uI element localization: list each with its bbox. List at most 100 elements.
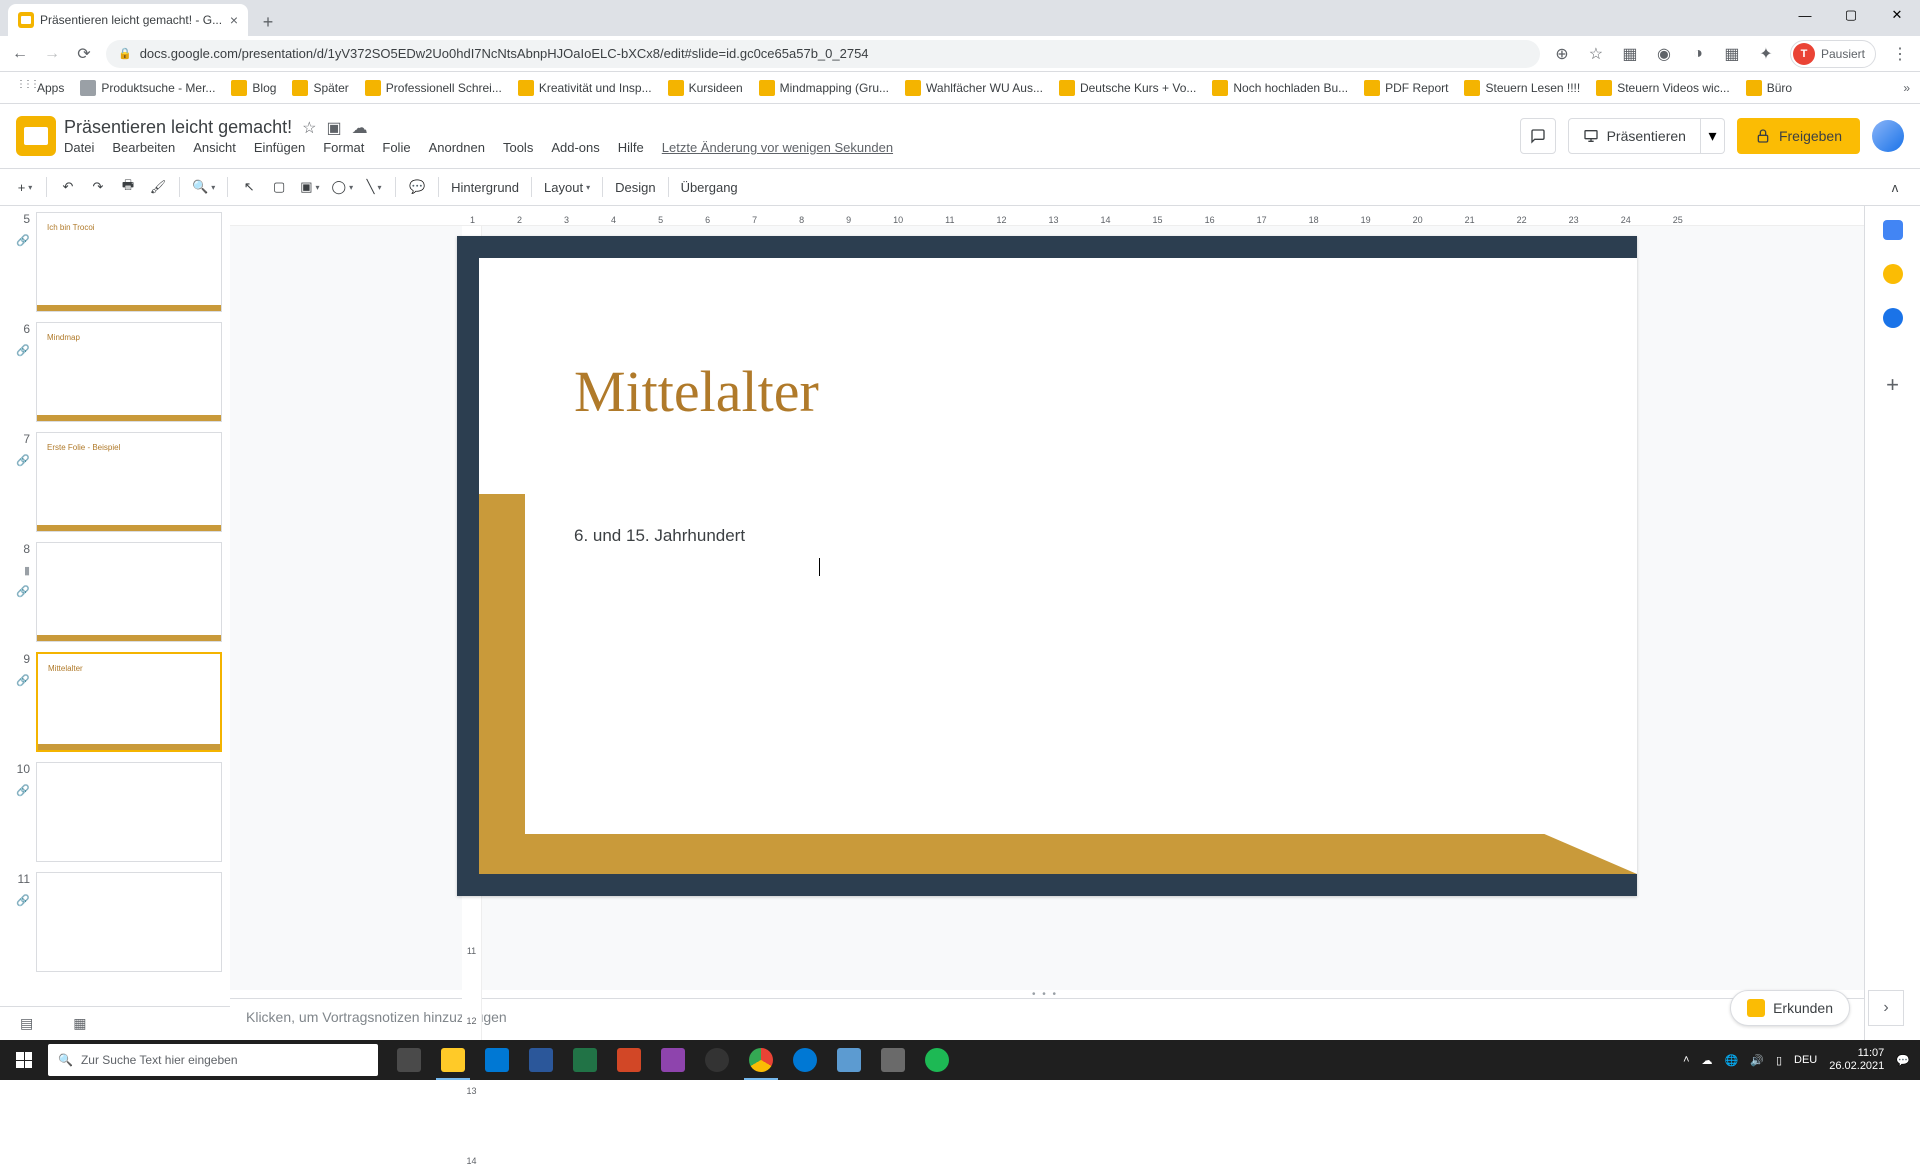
bookmark-item[interactable]: Büro (1740, 76, 1798, 100)
bookmarks-overflow-icon[interactable]: » (1903, 81, 1910, 95)
bookmark-item[interactable]: Steuern Lesen !!!! (1458, 76, 1586, 100)
battery-icon[interactable]: ▯ (1776, 1054, 1782, 1067)
new-slide-button[interactable]: + (12, 174, 38, 200)
bookmark-item[interactable]: Mindmapping (Gru... (753, 76, 895, 100)
menu-file[interactable]: Datei (64, 140, 94, 155)
tray-expand-icon[interactable]: ˄ (1683, 1054, 1689, 1066)
filmstrip-view-icon[interactable]: ▤ (20, 1015, 33, 1032)
bookmark-item[interactable]: Steuern Videos wic... (1590, 76, 1736, 100)
network-icon[interactable]: 🌐 (1725, 1054, 1739, 1067)
calendar-icon[interactable] (1883, 220, 1903, 240)
slide-thumbnail[interactable]: 8▮🔗 (8, 542, 222, 642)
bookmark-item[interactable]: PDF Report (1358, 76, 1454, 100)
grid-view-icon[interactable]: ▦ (73, 1015, 86, 1032)
slide-title-text[interactable]: Mittelalter (574, 358, 819, 425)
browser-tab[interactable]: Präsentieren leicht gemacht! - G... × (8, 4, 248, 36)
slide-thumbnail-active[interactable]: 9🔗 Mittelalter (8, 652, 222, 752)
last-edit-label[interactable]: Letzte Änderung vor wenigen Sekunden (662, 140, 893, 155)
bookmark-apps[interactable]: Apps (10, 76, 70, 100)
shape-tool[interactable]: ◯ (328, 174, 358, 200)
image-tool[interactable]: ▣ (296, 174, 323, 200)
language-indicator[interactable]: DEU (1794, 1054, 1817, 1066)
taskbar-search[interactable]: 🔍 Zur Suche Text hier eingeben (48, 1044, 378, 1076)
add-addon-icon[interactable]: + (1886, 372, 1899, 398)
edge-icon[interactable] (784, 1040, 826, 1080)
back-button[interactable]: ← (10, 44, 30, 64)
notifications-icon[interactable]: 💬 (1896, 1054, 1910, 1067)
extension-icon[interactable]: ◑ (1688, 44, 1708, 64)
paint-format-button[interactable]: 🖌 (145, 174, 171, 200)
present-button[interactable]: Präsentieren (1568, 118, 1701, 154)
menu-help[interactable]: Hilfe (618, 140, 644, 155)
app-icon[interactable] (652, 1040, 694, 1080)
side-panel-toggle[interactable]: › (1868, 990, 1904, 1026)
task-view-icon[interactable] (388, 1040, 430, 1080)
comment-tool[interactable]: 💬 (404, 174, 430, 200)
filmstrip[interactable]: 5🔗 Ich bin Trocoi 6🔗 Mindmap 7🔗 Erste Fo… (0, 206, 230, 1040)
bookmark-item[interactable]: Produktsuche - Mer... (74, 76, 221, 100)
new-tab-button[interactable]: + (254, 8, 282, 36)
mail-icon[interactable] (476, 1040, 518, 1080)
present-dropdown[interactable]: ▾ (1701, 118, 1725, 154)
reader-icon[interactable]: ▦ (1620, 44, 1640, 64)
zoom-button[interactable]: 🔍 (188, 174, 219, 200)
volume-icon[interactable]: 🔊 (1750, 1054, 1764, 1067)
slide-thumbnail[interactable]: 6🔗 Mindmap (8, 322, 222, 422)
menu-tools[interactable]: Tools (503, 140, 533, 155)
menu-insert[interactable]: Einfügen (254, 140, 305, 155)
chrome-icon[interactable] (740, 1040, 782, 1080)
account-avatar[interactable] (1872, 120, 1904, 152)
close-window-button[interactable]: ✕ (1874, 0, 1920, 30)
select-tool[interactable]: ↖ (236, 174, 262, 200)
menu-arrange[interactable]: Anordnen (429, 140, 485, 155)
layout-button[interactable]: Layout (540, 174, 594, 200)
apps-icon[interactable]: ▦ (1722, 44, 1742, 64)
bookmark-item[interactable]: Wahlfächer WU Aus... (899, 76, 1049, 100)
profile-button[interactable]: T Pausiert (1790, 40, 1876, 68)
menu-format[interactable]: Format (323, 140, 364, 155)
document-title[interactable]: Präsentieren leicht gemacht! (64, 117, 292, 138)
app-icon[interactable] (872, 1040, 914, 1080)
tasks-icon[interactable] (1883, 308, 1903, 328)
forward-button[interactable]: → (42, 44, 62, 64)
menu-edit[interactable]: Bearbeiten (112, 140, 175, 155)
background-button[interactable]: Hintergrund (447, 174, 523, 200)
design-button[interactable]: Design (611, 174, 659, 200)
file-explorer-icon[interactable] (432, 1040, 474, 1080)
bookmark-item[interactable]: Professionell Schrei... (359, 76, 508, 100)
start-button[interactable] (0, 1040, 48, 1080)
bookmark-item[interactable]: Blog (225, 76, 282, 100)
clock[interactable]: 11:07 26.02.2021 (1829, 1047, 1884, 1073)
minimize-button[interactable]: — (1782, 0, 1828, 30)
bookmark-item[interactable]: Später (286, 76, 354, 100)
maximize-button[interactable]: ▢ (1828, 0, 1874, 30)
zoom-icon[interactable]: ⊕ (1552, 44, 1572, 64)
print-button[interactable]: 🖶 (115, 174, 141, 200)
menu-view[interactable]: Ansicht (193, 140, 236, 155)
onedrive-icon[interactable]: ☁ (1702, 1054, 1713, 1067)
slide-stage[interactable]: Mittelalter 6. und 15. Jahrhundert (230, 226, 1864, 990)
slide-subtitle-text[interactable]: 6. und 15. Jahrhundert (574, 526, 745, 546)
cloud-status-icon[interactable]: ☁ (352, 118, 368, 138)
spotify-icon[interactable] (916, 1040, 958, 1080)
undo-button[interactable]: ↶ (55, 174, 81, 200)
menu-addons[interactable]: Add-ons (551, 140, 599, 155)
redo-button[interactable]: ↷ (85, 174, 111, 200)
line-tool[interactable]: ╲ (361, 174, 387, 200)
url-field[interactable]: 🔒 docs.google.com/presentation/d/1yV372S… (106, 40, 1540, 68)
slide-canvas[interactable]: Mittelalter 6. und 15. Jahrhundert (457, 236, 1637, 896)
adblock-icon[interactable]: ◉ (1654, 44, 1674, 64)
app-icon[interactable] (696, 1040, 738, 1080)
slides-logo-icon[interactable] (16, 116, 56, 156)
explore-button[interactable]: Erkunden (1730, 990, 1850, 1026)
transition-button[interactable]: Übergang (677, 174, 742, 200)
share-button[interactable]: Freigeben (1737, 118, 1860, 154)
excel-icon[interactable] (564, 1040, 606, 1080)
bookmark-item[interactable]: Kursideen (662, 76, 749, 100)
star-icon[interactable]: ☆ (302, 118, 316, 138)
word-icon[interactable] (520, 1040, 562, 1080)
menu-icon[interactable]: ⋮ (1890, 44, 1910, 64)
bookmark-item[interactable]: Deutsche Kurs + Vo... (1053, 76, 1202, 100)
notepad-icon[interactable] (828, 1040, 870, 1080)
reload-button[interactable]: ⟳ (74, 44, 94, 64)
